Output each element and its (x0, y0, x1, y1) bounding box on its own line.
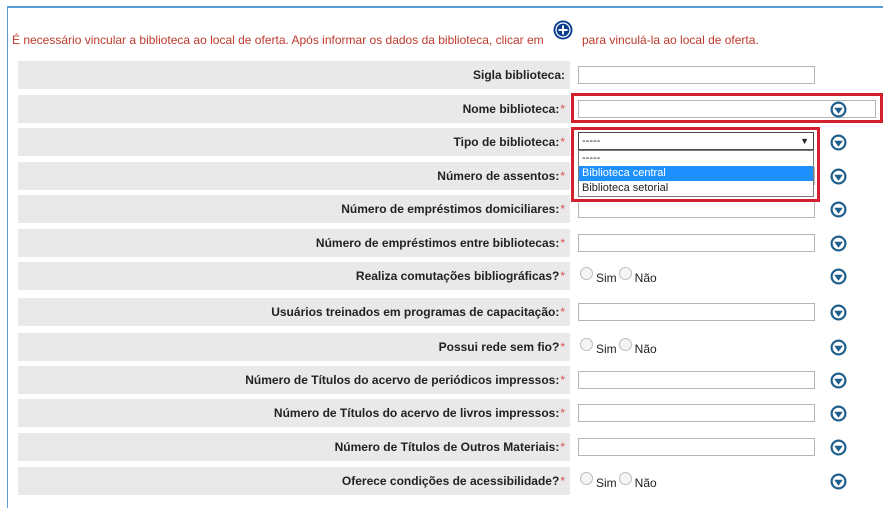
field-label-text: Usuários treinados em programas de capac… (271, 305, 560, 319)
field-label: Nome biblioteca:* (463, 95, 565, 123)
radio-group: Sim Não (580, 267, 659, 288)
form-row-label-cell: Número de assentos:* (18, 162, 570, 190)
highlight-box-nome (571, 93, 883, 123)
notice-text: É necessário vincular a biblioteca ao lo… (12, 33, 759, 47)
radio-sim[interactable] (580, 267, 593, 281)
field-label: Tipo de biblioteca:* (454, 128, 565, 156)
text-input[interactable] (578, 66, 815, 84)
radio-sim[interactable] (580, 338, 593, 352)
field-label: Número de Títulos do acervo de livros im… (274, 399, 565, 427)
help-drop-icon[interactable] (830, 235, 847, 252)
form-row-label-cell: Usuários treinados em programas de capac… (18, 298, 570, 326)
field-label: Oferece condições de acessibilidade?* (342, 467, 565, 495)
field-label: Realiza comutações bibliográficas?* (356, 262, 565, 290)
field-label-text: Número de assentos: (437, 169, 560, 183)
text-input[interactable] (578, 303, 815, 321)
field-label: Número de assentos:* (437, 162, 565, 190)
required-marker: * (560, 305, 565, 319)
text-input[interactable] (578, 234, 815, 252)
help-drop-icon[interactable] (830, 405, 847, 422)
form-row-label-cell: Número de Títulos de Outros Materiais:* (18, 433, 570, 461)
required-marker: * (560, 135, 565, 149)
radio-nao[interactable] (618, 472, 632, 486)
text-input[interactable] (578, 438, 815, 456)
field-label: Número de empréstimos entre bibliotecas:… (316, 229, 565, 257)
radio-label-nao: Não (634, 342, 657, 356)
radio-label-sim: Sim (596, 476, 617, 490)
field-label-text: Tipo de biblioteca: (453, 135, 560, 149)
required-marker: * (560, 474, 565, 488)
field-label-text: Número de empréstimos domiciliares: (341, 202, 560, 216)
required-marker: * (560, 102, 565, 116)
help-drop-icon[interactable] (830, 134, 847, 151)
panel-left-border (7, 6, 8, 508)
help-drop-icon[interactable] (830, 372, 847, 389)
required-marker: * (560, 340, 565, 354)
radio-label-sim: Sim (596, 342, 617, 356)
help-drop-icon[interactable] (830, 168, 847, 185)
required-marker: * (560, 236, 565, 250)
radio-group: Sim Não (580, 338, 659, 359)
field-label: Número de Títulos de Outros Materiais:* (335, 433, 565, 461)
field-label-text: Número de Títulos do acervo de periódico… (245, 373, 560, 387)
text-input[interactable] (578, 371, 815, 389)
field-label: Número de empréstimos domiciliares:* (341, 195, 565, 223)
required-marker: * (560, 373, 565, 387)
field-label: Sigla biblioteca: (473, 61, 565, 89)
highlight-box-tipo (571, 127, 820, 202)
radio-group: Sim Não (580, 472, 659, 493)
field-label-text: Possui rede sem fio? (438, 340, 560, 354)
form-row-label-cell: Número de Títulos do acervo de periódico… (18, 366, 570, 394)
field-label-text: Número de empréstimos entre bibliotecas: (315, 236, 560, 250)
form-row-label-cell: Possui rede sem fio?* (18, 333, 570, 361)
form-row-label-cell: Nome biblioteca:* (18, 95, 570, 123)
plus-circle-icon[interactable] (553, 20, 573, 40)
panel-top-border (7, 6, 883, 8)
radio-label-nao: Não (634, 476, 657, 490)
form-row-label-cell: Número de empréstimos domiciliares:* (18, 195, 570, 223)
help-drop-icon[interactable] (830, 339, 847, 356)
notice-text-after: para vinculá-la ao local de oferta. (582, 33, 759, 47)
form-row-label-cell: Número de empréstimos entre bibliotecas:… (18, 229, 570, 257)
radio-nao[interactable] (618, 338, 632, 352)
required-marker: * (560, 202, 565, 216)
text-input[interactable] (578, 200, 815, 218)
radio-sim[interactable] (580, 472, 593, 486)
radio-nao[interactable] (618, 267, 632, 281)
field-label-text: Oferece condições de acessibilidade? (341, 474, 560, 488)
form-row-label-cell: Realiza comutações bibliográficas?* (18, 262, 570, 290)
field-label-text: Número de Títulos do acervo de livros im… (273, 406, 560, 420)
help-drop-icon[interactable] (830, 473, 847, 490)
field-label-text: Nome biblioteca: (462, 102, 560, 116)
required-marker: * (560, 440, 565, 454)
field-label: Usuários treinados em programas de capac… (271, 298, 565, 326)
radio-label-nao: Não (634, 271, 657, 285)
form-row-label-cell: Oferece condições de acessibilidade?* (18, 467, 570, 495)
radio-label-sim: Sim (596, 271, 617, 285)
form-row-label-cell: Sigla biblioteca: (18, 61, 570, 89)
required-marker: * (560, 406, 565, 420)
text-input[interactable] (578, 404, 815, 422)
help-drop-icon[interactable] (830, 268, 847, 285)
field-label-text: Sigla biblioteca: (472, 68, 565, 82)
field-label-text: Realiza comutações bibliográficas? (355, 269, 560, 283)
help-drop-icon[interactable] (830, 439, 847, 456)
field-label: Número de Títulos do acervo de periódico… (245, 366, 565, 394)
field-label: Possui rede sem fio?* (439, 333, 565, 361)
form-row-label-cell: Número de Títulos do acervo de livros im… (18, 399, 570, 427)
required-marker: * (560, 169, 565, 183)
help-drop-icon[interactable] (830, 201, 847, 218)
form-row-label-cell: Tipo de biblioteca:* (18, 128, 570, 156)
notice-text-before: É necessário vincular a biblioteca ao lo… (12, 33, 544, 47)
required-marker: * (560, 269, 565, 283)
field-label-text: Número de Títulos de Outros Materiais: (334, 440, 560, 454)
help-drop-icon[interactable] (830, 304, 847, 321)
